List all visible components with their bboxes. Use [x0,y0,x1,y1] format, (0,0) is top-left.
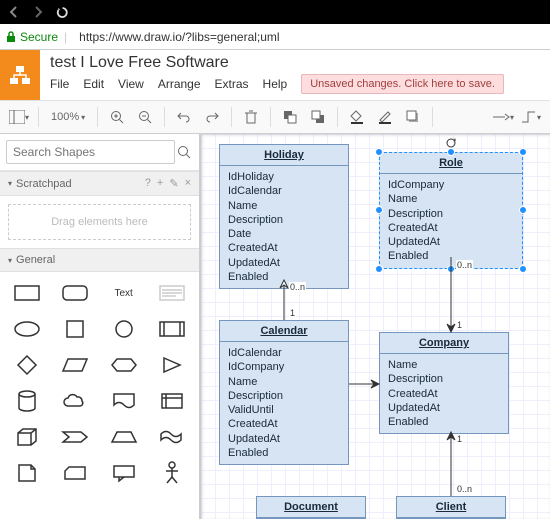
multiplicity-label: 0..n [456,484,473,494]
app-header: test I Love Free Software File Edit View… [0,50,550,100]
search-icon[interactable] [175,145,193,159]
multiplicity-label: 0..n [456,260,473,270]
secure-indicator: Secure [6,30,58,44]
menu-arrange[interactable]: Arrange [158,77,201,91]
shape-step[interactable] [54,422,96,452]
shapes-palette: Text [0,272,199,494]
toolbar: ▾ 100% ▾ ▾ ▾ [0,100,550,134]
shadow-button[interactable] [402,106,424,128]
edit-icon[interactable]: ✎ [169,177,178,190]
shape-text[interactable]: Text [103,278,145,308]
connection-button[interactable]: ▾ [492,106,514,128]
multiplicity-label: 1 [289,308,296,318]
drawio-logo[interactable] [0,50,40,100]
zoom-out-button[interactable] [134,106,156,128]
scratchpad-dropzone[interactable]: Drag elements here [8,204,191,240]
shape-note[interactable] [6,458,48,488]
zoom-dropdown[interactable]: 100% ▾ [47,111,89,123]
url-text: https://www.draw.io/?libs=general;uml [79,30,279,44]
unsaved-notice[interactable]: Unsaved changes. Click here to save. [301,74,504,94]
menu-edit[interactable]: Edit [83,77,104,91]
forward-button[interactable] [30,4,46,20]
back-button[interactable] [6,4,22,20]
multiplicity-label: 1 [456,434,463,444]
to-back-button[interactable] [307,106,329,128]
shape-tape[interactable] [151,422,193,452]
shape-diamond[interactable] [6,350,48,380]
lock-icon [6,31,16,43]
menu-bar: File Edit View Arrange Extras Help Unsav… [50,74,540,94]
reload-button[interactable] [54,4,70,20]
secure-label: Secure [20,30,58,44]
menu-view[interactable]: View [118,77,144,91]
edges [201,134,550,519]
shape-card[interactable] [54,458,96,488]
multiplicity-label: 0..n [289,282,306,292]
undo-button[interactable] [173,106,195,128]
document-title[interactable]: test I Love Free Software [50,54,540,72]
shape-trapezoid[interactable] [103,422,145,452]
zoom-in-button[interactable] [106,106,128,128]
general-header[interactable]: ▾General [0,248,199,272]
sidebar: ▾Scratchpad ?+✎× Drag elements here ▾Gen… [0,134,200,519]
multiplicity-label: 1 [456,320,463,330]
add-icon[interactable]: + [157,177,163,190]
to-front-button[interactable] [279,106,301,128]
fill-color-button[interactable] [346,106,368,128]
address-bar[interactable]: Secure | https://www.draw.io/?libs=gener… [0,24,550,50]
shape-cube[interactable] [6,422,48,452]
shape-rect[interactable] [6,278,48,308]
menu-file[interactable]: File [50,77,69,91]
scratchpad-header[interactable]: ▾Scratchpad ?+✎× [0,171,199,196]
shape-callout[interactable] [103,458,145,488]
shape-parallelogram[interactable] [54,350,96,380]
browser-bar [0,0,550,24]
redo-button[interactable] [201,106,223,128]
shape-triangle[interactable] [151,350,193,380]
help-icon[interactable]: ? [145,177,151,190]
shape-rounded[interactable] [54,278,96,308]
shape-textbox[interactable] [151,278,193,308]
shape-circle[interactable] [103,314,145,344]
canvas[interactable]: Holiday IdHolidayIdCalendarNameDescripti… [200,134,550,519]
shape-actor[interactable] [151,458,193,488]
close-icon[interactable]: × [185,177,191,190]
shape-cylinder[interactable] [6,386,48,416]
search-shapes-input[interactable] [6,140,175,164]
waypoint-button[interactable]: ▾ [520,106,542,128]
shape-process[interactable] [151,314,193,344]
line-color-button[interactable] [374,106,396,128]
shape-internal-storage[interactable] [151,386,193,416]
shape-cloud[interactable] [54,386,96,416]
sidebar-toggle-button[interactable]: ▾ [8,106,30,128]
menu-help[interactable]: Help [263,77,288,91]
shape-document[interactable] [103,386,145,416]
shape-hexagon[interactable] [103,350,145,380]
shape-square[interactable] [54,314,96,344]
menu-extras[interactable]: Extras [215,77,249,91]
delete-button[interactable] [240,106,262,128]
shape-ellipse[interactable] [6,314,48,344]
